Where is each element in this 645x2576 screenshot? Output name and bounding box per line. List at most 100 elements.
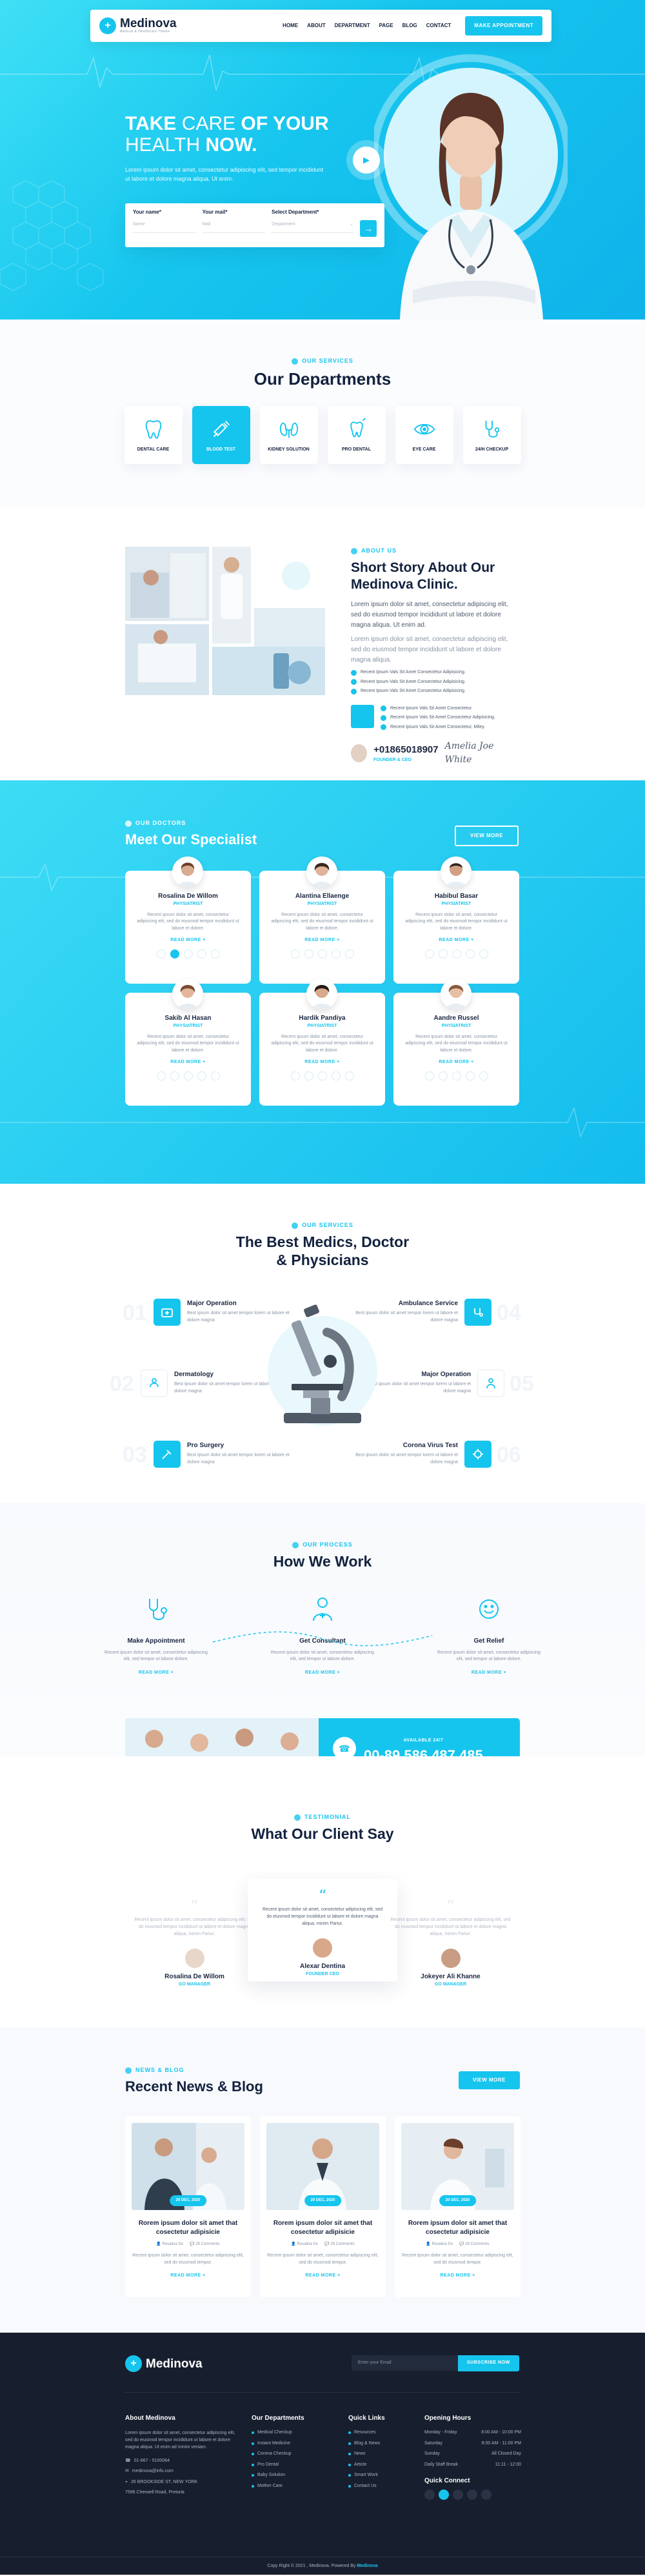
linkedin-icon[interactable] (453, 2490, 463, 2500)
read-more-link[interactable]: READ MORE + (125, 1059, 251, 1066)
play-video-button[interactable]: ▶ (353, 147, 380, 174)
read-more-link[interactable]: READ MORE + (393, 937, 519, 944)
twitter-icon[interactable] (170, 1071, 179, 1080)
testimonial-slider[interactable]: “ Recent ipsum dolor sit amet, consectet… (125, 1879, 520, 1995)
twitter-icon[interactable] (438, 1071, 448, 1080)
dept-card-dental-care[interactable]: DENTAL CARE (124, 406, 183, 464)
view-more-blog-button[interactable]: VIEW MORE (458, 2071, 520, 2089)
linkedin-icon[interactable] (183, 1071, 193, 1080)
youtube-icon[interactable] (344, 1071, 354, 1080)
blog-image[interactable]: 20 DEC, 2020 (266, 2123, 379, 2210)
youtube-icon[interactable] (210, 1071, 220, 1080)
footer-link[interactable]: Corona Checkup (252, 2451, 304, 2458)
footer-link[interactable]: Resources (348, 2429, 385, 2437)
footer-link[interactable]: Smart Work (348, 2472, 385, 2479)
read-more-link[interactable]: READ MORE + (266, 2273, 379, 2280)
facebook-icon[interactable] (424, 1071, 434, 1080)
footer-link[interactable]: Instant Medicine (252, 2440, 304, 2448)
twitter-icon[interactable] (304, 1071, 313, 1080)
read-more-link[interactable]: READ MORE + (437, 1670, 541, 1677)
read-more-link[interactable]: READ MORE + (271, 1670, 374, 1677)
footer-link[interactable]: Baby Solution (252, 2472, 304, 2479)
youtube-icon[interactable] (481, 2490, 491, 2500)
nav-link-contact[interactable]: CONTACT (426, 22, 452, 30)
instagram-icon[interactable] (467, 2490, 477, 2500)
nav-link-page[interactable]: PAGE (379, 22, 393, 30)
linkedin-icon[interactable] (452, 1071, 461, 1080)
read-more-link[interactable]: READ MORE + (259, 1059, 385, 1066)
service-item[interactable]: Pro Surgery Best ipsum dolor sit amet tem… (154, 1441, 302, 1468)
brand-logo[interactable]: + Medinova Medical & Healthcare Theme (99, 17, 177, 35)
footer-social (424, 2490, 521, 2500)
instagram-icon[interactable] (331, 949, 341, 958)
nav-link-blog[interactable]: BLOG (402, 22, 417, 30)
facebook-icon[interactable] (156, 1071, 166, 1080)
linkedin-icon[interactable] (183, 949, 193, 958)
read-more-link[interactable]: READ MORE + (401, 2273, 514, 2280)
instagram-icon[interactable] (197, 1071, 206, 1080)
linkedin-icon[interactable] (317, 949, 327, 958)
footer-link[interactable]: Pro Dental (252, 2462, 304, 2469)
blog-post-title[interactable]: Rorem ipsum dolor sit amet that cosectet… (401, 2219, 514, 2236)
blog-image[interactable]: 20 DEC, 2020 (401, 2123, 514, 2210)
nav-link-about[interactable]: ABOUT (307, 22, 325, 30)
footer-link[interactable]: Medical Checkup (252, 2429, 304, 2437)
facebook-icon[interactable] (290, 1071, 300, 1080)
copyright-brand-link[interactable]: Medinova (357, 2564, 377, 2568)
read-more-link[interactable]: READ MORE + (393, 1059, 519, 1066)
dept-card-kidney-solution[interactable]: KIDNEY SOLUTION (259, 406, 318, 464)
youtube-icon[interactable] (344, 949, 354, 958)
dept-card-24h-checkup[interactable]: 24/H CHECKUP (462, 406, 521, 464)
subscribe-button[interactable]: SUBSCRIBE NOW (458, 2355, 519, 2371)
facebook-icon[interactable] (156, 949, 166, 958)
blog-date-badge: 20 DEC, 2020 (439, 2195, 477, 2206)
dept-card-pro-dental[interactable]: PRO DENTAL (327, 406, 386, 464)
read-more-link[interactable]: READ MORE + (125, 937, 251, 944)
nav-link-home[interactable]: HOME (283, 22, 298, 30)
facebook-icon[interactable] (424, 949, 434, 958)
read-more-link[interactable]: READ MORE + (132, 2273, 244, 2280)
facebook-icon[interactable] (290, 949, 300, 958)
footer-email[interactable]: ✉ medinova@info.com (125, 2468, 238, 2475)
youtube-icon[interactable] (210, 949, 220, 958)
dept-card-blood-test[interactable]: BLOOD TEST (192, 406, 250, 464)
footer-logo[interactable]: + Medinova (125, 2355, 203, 2372)
youtube-icon[interactable] (479, 949, 488, 958)
footer-link[interactable]: Article (348, 2462, 385, 2469)
blog-post-title[interactable]: Rorem ipsum dolor sit amet that cosectet… (132, 2219, 244, 2236)
footer-link[interactable]: Mother Care (252, 2483, 304, 2490)
read-more-link[interactable]: READ MORE + (104, 1670, 208, 1677)
linkedin-icon[interactable] (452, 949, 461, 958)
nav-link-department[interactable]: DEPARTMENT (335, 22, 370, 30)
linkedin-icon[interactable] (317, 1071, 327, 1080)
youtube-icon[interactable] (479, 1071, 488, 1080)
dashed-connector (213, 1631, 432, 1647)
instagram-icon[interactable] (465, 1071, 475, 1080)
twitter-icon[interactable] (170, 949, 179, 958)
blog-image[interactable]: 20 DEC, 2020 (132, 2123, 244, 2210)
footer-phone[interactable]: ☎ 01-867 - 5100064 (125, 2458, 238, 2465)
blog-post-title[interactable]: Rorem ipsum dolor sit amet that cosectet… (266, 2219, 379, 2236)
instagram-icon[interactable] (331, 1071, 341, 1080)
hours-row: Daily Staff Break 11:11 - 12:00 (424, 2462, 521, 2467)
dept-card-eye-care[interactable]: EYE CARE (395, 406, 453, 464)
instagram-icon[interactable] (465, 949, 475, 958)
twitter-icon[interactable] (439, 2490, 449, 2500)
service-item[interactable]: Corona Virus Test Best ipsum dolor sit am… (343, 1441, 491, 1468)
facebook-icon[interactable] (424, 2490, 435, 2500)
newsletter-email-input[interactable]: Enter your Email (352, 2355, 458, 2371)
mail-field[interactable]: Mail (202, 221, 266, 233)
twitter-icon[interactable] (304, 949, 313, 958)
name-field[interactable]: Name (133, 221, 196, 233)
contact-phone[interactable]: +01865018907 (373, 743, 439, 758)
view-more-doctors-button[interactable]: VIEW MORE (454, 826, 519, 846)
twitter-icon[interactable] (438, 949, 448, 958)
instagram-icon[interactable] (197, 949, 206, 958)
read-more-link[interactable]: READ MORE + (259, 937, 385, 944)
department-select[interactable]: Department ⌄ (272, 221, 353, 233)
footer-link[interactable]: Blog & News (348, 2440, 385, 2448)
make-appointment-button[interactable]: MAKE APPOINTMENT (465, 16, 542, 35)
footer-link[interactable]: News (348, 2451, 385, 2458)
footer-link[interactable]: Contact Us (348, 2483, 385, 2490)
footer-hours: Opening Hours Monday - Friday 8:00 AM - 1… (424, 2413, 521, 2500)
